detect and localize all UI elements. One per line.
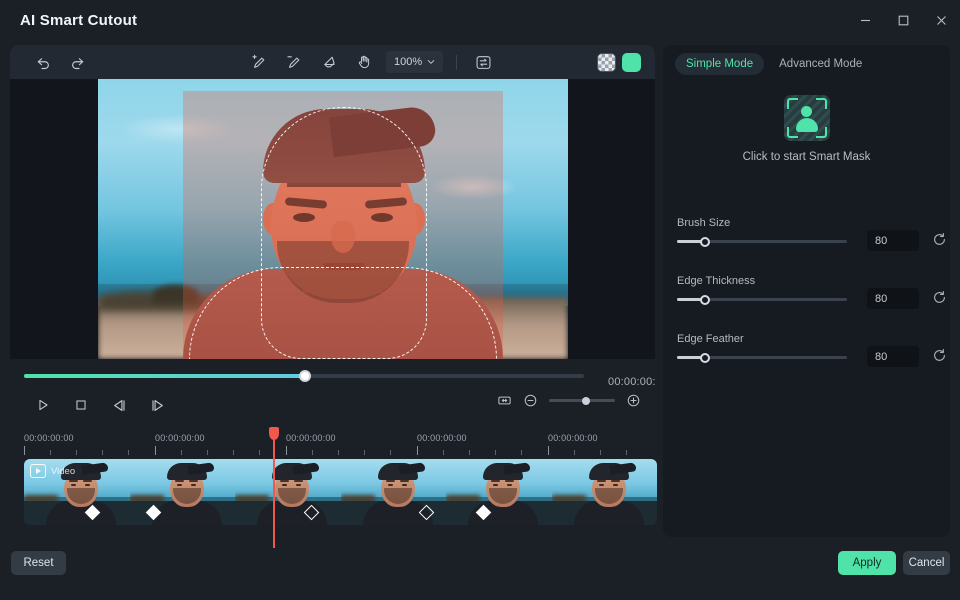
subject-eye [293,213,315,222]
clip-badge: Video [30,464,75,478]
edge-thickness-input[interactable]: 80 [867,288,919,309]
slider-group: Brush Size 80 Edge Thickness [663,228,950,402]
brush-size-input[interactable]: 80 [867,230,919,251]
seek-handle[interactable] [299,370,311,382]
smart-mask-label[interactable]: Click to start Smart Mask [743,151,871,163]
preview-stage [98,79,568,359]
edge-thickness-handle[interactable] [700,295,710,305]
apply-button[interactable]: Apply [838,551,896,575]
playhead[interactable] [273,428,275,548]
background-swatches [597,53,641,72]
brush-size-handle[interactable] [700,237,710,247]
subject-nose [331,221,355,253]
zoom-in-icon[interactable] [626,393,641,408]
swatch-green[interactable] [622,53,641,72]
edge-feather-group: Edge Feather 80 [663,344,950,377]
zoom-level-value: 100% [394,56,422,68]
preview-canvas[interactable] [10,79,655,359]
seek-row: 00:00:00:00 [24,371,641,381]
edge-feather-label: Edge Feather [677,333,744,345]
subject-mouth [323,263,365,270]
title-bar: AI Smart Cutout [0,0,960,41]
clip-thumbnail [552,459,658,525]
playback-transport: 00:00:00:00 [10,359,655,425]
masked-subject [183,91,503,359]
stop-icon[interactable] [70,395,92,415]
edge-thickness-reset-icon[interactable] [932,290,947,305]
edge-feather-reset-icon[interactable] [932,348,947,363]
history-controls [30,50,90,74]
mask-tools: 100% [246,50,496,74]
close-button[interactable] [922,0,960,41]
cancel-button[interactable]: Cancel [903,551,950,575]
tab-simple-mode[interactable]: Simple Mode [675,53,764,75]
edge-thickness-group: Edge Thickness 80 [663,286,950,319]
playhead-handle[interactable] [269,427,279,440]
seek-bar[interactable] [24,374,584,378]
toolbar-divider [456,55,457,70]
play-icon[interactable] [32,395,54,415]
edge-thickness-slider[interactable] [677,298,847,301]
smart-mask-section: Click to start Smart Mask [663,95,950,163]
chevron-down-icon [427,58,435,66]
compare-toggle-icon[interactable] [470,50,496,74]
ruler-label: 00:00:00:00 [24,433,74,443]
video-play-icon [30,464,46,478]
mode-tabs: Simple Mode Advanced Mode [675,53,873,75]
maximize-button[interactable] [884,0,922,41]
ruler-label: 00:00:00:00 [155,433,205,443]
brush-size-reset-icon[interactable] [932,232,947,247]
redo-icon[interactable] [64,50,90,74]
clip-thumbnail [446,459,552,525]
hand-icon[interactable] [351,50,377,74]
fit-to-screen-icon[interactable] [497,393,512,408]
pen-plus-icon[interactable] [246,50,272,74]
clip-label: Video [51,466,75,477]
subject-eye [371,213,393,222]
edge-thickness-label: Edge Thickness [677,275,755,287]
timeline-zoom-handle[interactable] [582,397,590,405]
tab-advanced-mode[interactable]: Advanced Mode [768,53,873,75]
clip-thumbnail [130,459,236,525]
editor-left-column: 100% [10,45,655,425]
brush-size-label: Brush Size [677,217,730,229]
timeline-zoom-slider[interactable] [549,399,615,402]
pen-minus-icon[interactable] [281,50,307,74]
clip-thumbnails [24,459,657,525]
timeline-zoom-group [497,393,641,408]
window-controls [846,0,960,41]
prev-frame-icon[interactable] [108,395,130,415]
brush-size-group: Brush Size 80 [663,228,950,261]
ruler-label: 00:00:00:00 [417,433,467,443]
edge-feather-input[interactable]: 80 [867,346,919,367]
zoom-out-icon[interactable] [523,393,538,408]
undo-icon[interactable] [30,50,56,74]
dialog-footer: Reset Apply Cancel [0,545,960,600]
edge-feather-slider[interactable] [677,356,847,359]
reset-button[interactable]: Reset [11,551,66,575]
brush-size-slider[interactable] [677,240,847,243]
smart-mask-person-icon[interactable] [784,95,830,141]
next-frame-icon[interactable] [146,395,168,415]
ruler-label: 00:00:00:00 [548,433,598,443]
timeline-panel: 00:00:00:00 00:00:00:00 00:00:00:00 00:0… [10,428,655,537]
canvas-toolbar: 100% [10,45,655,79]
minimize-button[interactable] [846,0,884,41]
seek-progress [24,374,306,378]
zoom-level-dropdown[interactable]: 100% [386,51,443,73]
eraser-icon[interactable] [316,50,342,74]
playback-buttons [32,395,168,415]
ai-smart-cutout-window: AI Smart Cutout [0,0,960,600]
timeline-ruler[interactable]: 00:00:00:00 00:00:00:00 00:00:00:00 00:0… [10,428,655,458]
video-track[interactable]: Video [24,459,657,525]
clip-thumbnail [235,459,341,525]
swatch-transparent[interactable] [597,53,616,72]
settings-panel: Simple Mode Advanced Mode Click to start… [663,45,950,537]
preview-timecode: 00:00:00:00 [608,376,655,388]
ruler-label: 00:00:00:00 [286,433,336,443]
app-title: AI Smart Cutout [20,12,137,29]
edge-feather-handle[interactable] [700,353,710,363]
